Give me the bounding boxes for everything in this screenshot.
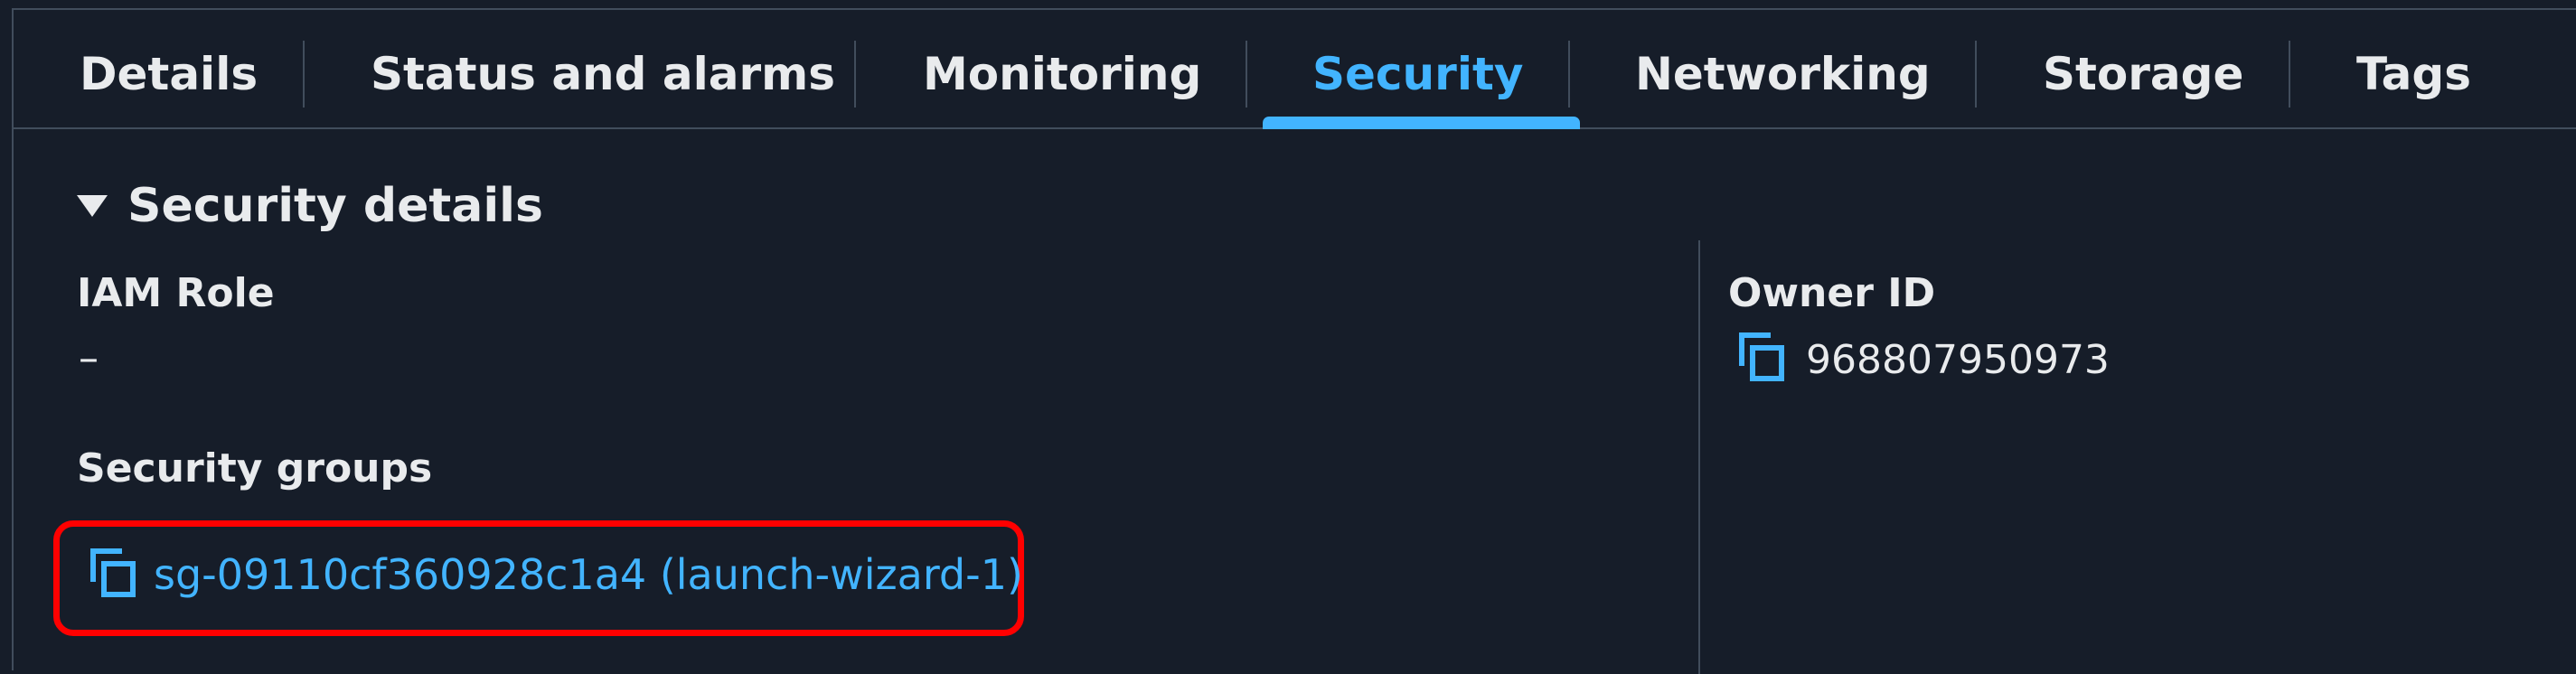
tab-separator: [303, 41, 305, 108]
copy-icon[interactable]: [1738, 332, 1785, 381]
security-groups-label: Security groups: [77, 445, 433, 491]
iam-role-label: IAM Role: [77, 270, 275, 316]
section-title: Security details: [127, 179, 543, 233]
security-group-link[interactable]: sg-09110cf360928c1a4 (launch-wizard-1): [154, 550, 1023, 599]
tab-monitoring[interactable]: Monitoring: [923, 10, 1201, 127]
column-divider: [1698, 240, 1700, 674]
tab-security[interactable]: Security: [1312, 10, 1523, 127]
tab-networking[interactable]: Networking: [1635, 10, 1931, 127]
tab-details[interactable]: Details: [80, 10, 258, 127]
tab-separator: [854, 41, 856, 108]
active-tab-indicator: [1263, 117, 1580, 129]
tab-storage[interactable]: Storage: [2043, 10, 2243, 127]
iam-role-value: –: [79, 335, 99, 381]
copy-icon[interactable]: [89, 548, 136, 597]
tab-status-and-alarms[interactable]: Status and alarms: [371, 10, 835, 127]
owner-id-label: Owner ID: [1728, 270, 1936, 316]
tab-separator: [2289, 41, 2290, 108]
tab-separator: [1246, 41, 1247, 108]
tab-bar: Details Status and alarms Monitoring Sec…: [14, 10, 2576, 129]
instance-detail-panel: Details Status and alarms Monitoring Sec…: [12, 8, 2576, 674]
tab-separator: [1975, 41, 1977, 108]
tab-separator: [1568, 41, 1570, 108]
security-details-toggle[interactable]: Security details: [77, 174, 543, 238]
owner-id-value: 968807950973: [1806, 337, 2110, 383]
caret-down-icon: [77, 195, 108, 217]
tab-tags[interactable]: Tags: [2356, 10, 2471, 127]
